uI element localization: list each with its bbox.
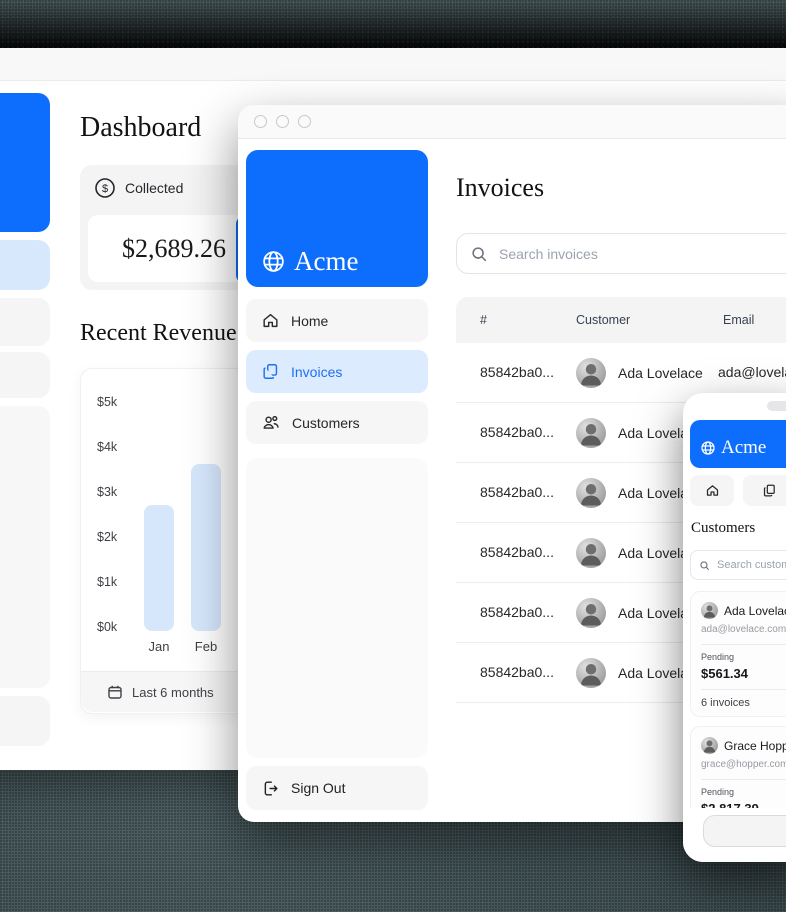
pending-label: Pending bbox=[701, 652, 786, 662]
globe-icon bbox=[700, 440, 716, 456]
invoices-icon bbox=[762, 483, 777, 498]
dashboard-page-title: Dashboard bbox=[80, 112, 201, 144]
y-axis-tick: $3k bbox=[97, 485, 133, 499]
y-axis-tick: $1k bbox=[97, 575, 133, 589]
column-customer: Customer bbox=[576, 313, 630, 327]
customer-email: ada@lovelace.com bbox=[701, 624, 786, 635]
home-icon bbox=[705, 483, 720, 498]
x-axis-label: Feb bbox=[183, 639, 229, 654]
sign-out-icon bbox=[261, 779, 280, 798]
dashboard-sidebar-item[interactable] bbox=[0, 696, 50, 746]
customer-card[interactable]: Ada Lovelace ada@lovelace.com Pending $561.… bbox=[690, 591, 786, 717]
window-zoom-button[interactable] bbox=[298, 115, 311, 128]
window-close-button[interactable] bbox=[254, 115, 267, 128]
customer-avatar bbox=[576, 598, 606, 628]
window-minimize-button[interactable] bbox=[276, 115, 289, 128]
table-header: # Customer Email bbox=[456, 297, 786, 343]
sidebar-item-label: Invoices bbox=[291, 364, 342, 380]
brand-card: Acme bbox=[246, 150, 428, 287]
sign-out-label: Sign Out bbox=[291, 780, 345, 796]
customer-email: grace@hopper.com bbox=[701, 759, 786, 770]
sidebar-item-label: Home bbox=[291, 313, 328, 329]
calendar-icon bbox=[107, 684, 123, 700]
sidebar-item-invoices[interactable]: Invoices bbox=[246, 350, 428, 393]
customer-name: Ada Lovelace bbox=[724, 604, 786, 618]
customer-avatar bbox=[576, 538, 606, 568]
pending-amount: $561.34 bbox=[701, 666, 786, 681]
y-axis-tick: $0k bbox=[97, 620, 133, 634]
pending-label: Pending bbox=[701, 787, 786, 797]
y-axis-tick: $4k bbox=[97, 440, 133, 454]
pending-section: Pending $561.34 bbox=[701, 644, 786, 681]
column-id: # bbox=[480, 313, 487, 327]
mobile-customer-search[interactable] bbox=[690, 550, 786, 580]
dashboard-sidebar-item[interactable] bbox=[0, 298, 50, 346]
mobile-bottom-bar bbox=[683, 808, 786, 862]
sign-out-button[interactable]: Sign Out bbox=[246, 766, 428, 810]
search-icon bbox=[470, 245, 488, 263]
customers-icon bbox=[261, 413, 281, 432]
customer-avatar bbox=[576, 358, 606, 388]
background-top-band bbox=[0, 0, 786, 48]
brand-name: Acme bbox=[294, 248, 358, 275]
stat-label: Collected bbox=[125, 180, 183, 196]
revenue-bar bbox=[191, 464, 221, 631]
y-axis-tick: $5k bbox=[97, 395, 133, 409]
invoice-id: 85842ba0... bbox=[480, 583, 554, 642]
sidebar-item-label: Customers bbox=[292, 415, 360, 431]
invoice-id: 85842ba0... bbox=[480, 403, 554, 462]
search-icon bbox=[699, 560, 710, 571]
collected-stat-card: $ Collected $2,689.26 bbox=[80, 165, 258, 290]
chart-range-label: Last 6 months bbox=[132, 685, 214, 700]
sidebar-empty-panel bbox=[246, 458, 428, 758]
customer-avatar bbox=[701, 737, 718, 754]
sidebar-item-home[interactable]: Home bbox=[246, 299, 428, 342]
invoice-id: 85842ba0... bbox=[480, 523, 554, 582]
mobile-device: Acme Customers bbox=[683, 393, 786, 862]
customer-name: Grace Hopper bbox=[724, 739, 786, 753]
mobile-notch-pill bbox=[767, 401, 786, 411]
dashboard-sidebar-panel bbox=[0, 406, 50, 688]
y-axis-tick: $2k bbox=[97, 530, 133, 544]
marketing-composite: Dashboard $ Collected $2,689.26 Recent R… bbox=[0, 0, 786, 912]
window-titlebar bbox=[238, 105, 786, 139]
revenue-section-title: Recent Revenue bbox=[80, 320, 237, 347]
svg-text:$: $ bbox=[102, 183, 108, 195]
invoice-id: 85842ba0... bbox=[480, 643, 554, 702]
mobile-tab-invoices[interactable] bbox=[743, 475, 786, 506]
mobile-brand-card: Acme bbox=[690, 420, 786, 468]
customer-card-header: Ada Lovelace bbox=[701, 602, 786, 619]
invoice-search[interactable] bbox=[456, 233, 786, 274]
customer-card-header: Grace Hopper bbox=[701, 737, 786, 754]
search-input[interactable] bbox=[497, 245, 731, 263]
dashboard-sidebar-active-item[interactable] bbox=[0, 240, 50, 290]
mobile-page-title: Customers bbox=[691, 520, 755, 537]
home-icon bbox=[261, 311, 280, 330]
dashboard-titlebar bbox=[0, 48, 786, 81]
customer-avatar bbox=[576, 658, 606, 688]
dollar-circle-icon: $ bbox=[94, 177, 116, 199]
customer-list: Ada Lovelace ada@lovelace.com Pending $561.… bbox=[690, 591, 786, 833]
column-email: Email bbox=[723, 313, 754, 327]
customer-name: Ada Lovelace bbox=[618, 365, 703, 381]
customer-avatar bbox=[576, 418, 606, 448]
customer-avatar bbox=[576, 478, 606, 508]
customer-avatar bbox=[701, 602, 718, 619]
mobile-tab-home[interactable] bbox=[690, 475, 734, 506]
invoices-page-title: Invoices bbox=[456, 173, 544, 203]
revenue-bar bbox=[144, 505, 174, 631]
invoice-customer: Ada Lovelace bbox=[576, 343, 703, 402]
dashboard-sidebar-item[interactable] bbox=[0, 352, 50, 398]
x-axis-label: Jan bbox=[136, 639, 182, 654]
sidebar-item-customers[interactable]: Customers bbox=[246, 401, 428, 444]
mobile-search-input[interactable] bbox=[715, 558, 786, 572]
globe-icon bbox=[261, 249, 286, 274]
brand-name: Acme bbox=[721, 438, 766, 457]
dashboard-sidebar-logo bbox=[0, 93, 50, 232]
invoices-count: 6 invoices bbox=[701, 689, 786, 709]
invoices-icon bbox=[261, 362, 280, 381]
mobile-bottom-button[interactable] bbox=[703, 815, 786, 847]
invoice-id: 85842ba0... bbox=[480, 463, 554, 522]
invoice-id: 85842ba0... bbox=[480, 343, 554, 402]
